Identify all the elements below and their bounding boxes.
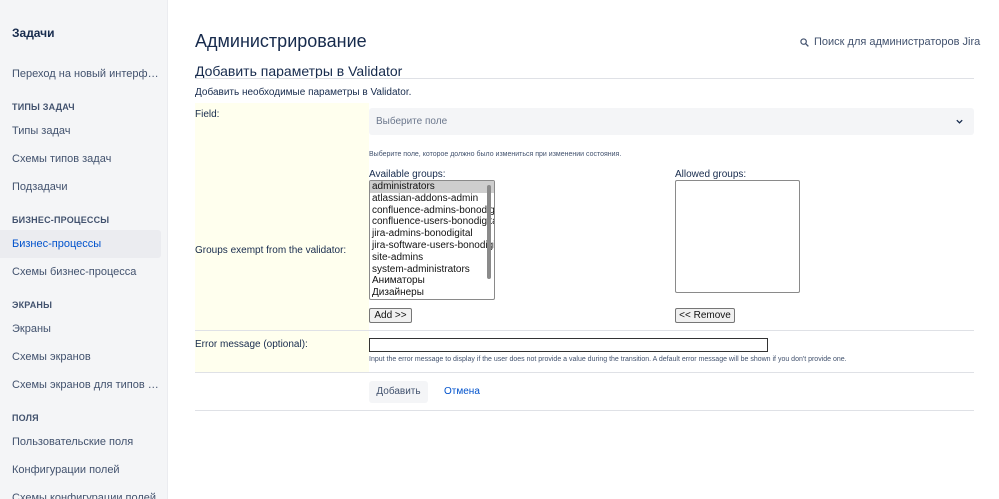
- sidebar-item-screens[interactable]: Экраны: [0, 315, 161, 343]
- group-option[interactable]: atlassian-addons-admin: [370, 193, 494, 205]
- group-option[interactable]: Аниматоры: [370, 275, 494, 287]
- sidebar-item-workflows[interactable]: Бизнес-процессы: [0, 230, 161, 258]
- divider: [195, 410, 974, 411]
- sidebar-item-field-configurations[interactable]: Конфигурации полей: [0, 456, 161, 484]
- divider: [195, 330, 974, 331]
- error-help-text: Input the error message to display if th…: [369, 356, 847, 363]
- sidebar-item-workflow-schemes[interactable]: Схемы бизнес-процесса: [0, 258, 161, 286]
- sidebar-item-custom-fields[interactable]: Пользовательские поля: [0, 428, 161, 456]
- group-option[interactable]: confluence-admins-bonodigital: [370, 205, 494, 217]
- allowed-groups-label: Allowed groups:: [675, 169, 747, 180]
- scrollbar[interactable]: [487, 182, 493, 298]
- group-option[interactable]: administrators: [370, 181, 494, 193]
- page-title: Администрирование: [195, 31, 367, 51]
- error-message-input[interactable]: [369, 338, 768, 352]
- admin-search-link[interactable]: Поиск для администраторов Jira: [800, 36, 980, 48]
- sidebar-item-issue-type-schemes[interactable]: Схемы типов задач: [0, 145, 161, 173]
- sidebar-item-screen-schemes[interactable]: Схемы экранов: [0, 343, 161, 371]
- sidebar-section-issue-types: ТИПЫ ЗАДАЧ: [12, 102, 75, 112]
- field-select[interactable]: Выберите поле: [369, 108, 974, 135]
- divider: [195, 78, 974, 79]
- sidebar-title: Задачи: [12, 26, 55, 40]
- available-groups-listbox[interactable]: administrators atlassian-addons-admin conf…: [369, 180, 495, 300]
- field-help-text: Выберите поле, которое должно было измен…: [369, 151, 622, 158]
- label-column: [195, 103, 369, 372]
- field-select-placeholder: Выберите поле: [376, 116, 448, 127]
- group-option[interactable]: site-admins: [370, 252, 494, 264]
- sidebar-section-workflows: БИЗНЕС-ПРОЦЕССЫ: [12, 215, 110, 225]
- group-option[interactable]: jira-admins-bonodigital: [370, 228, 494, 240]
- admin-search-label: Поиск для администраторов Jira: [814, 36, 981, 48]
- sidebar-section-screens: ЭКРАНЫ: [12, 300, 53, 310]
- search-icon: [800, 37, 809, 47]
- add-group-button[interactable]: Add >>: [369, 308, 412, 323]
- sidebar-item-field-configuration-schemes[interactable]: Схемы конфигурации полей: [0, 484, 161, 499]
- form-description: Добавить необходимые параметры в Validat…: [195, 87, 412, 98]
- remove-group-button[interactable]: << Remove: [675, 308, 735, 323]
- field-label: Field:: [195, 109, 220, 120]
- available-groups-label: Available groups:: [369, 169, 446, 180]
- groups-exempt-label: Groups exempt from the validator:: [195, 245, 347, 256]
- sidebar-item-issue-type-screen-schemes[interactable]: Схемы экранов для типов задач: [0, 371, 161, 399]
- scrollbar-thumb[interactable]: [487, 185, 491, 279]
- group-option[interactable]: Дизайнеры: [370, 287, 494, 299]
- chevron-down-icon: [956, 119, 963, 124]
- sidebar: Задачи Переход на новый интерфейс ТИПЫ З…: [0, 0, 168, 499]
- group-option[interactable]: jira-software-users-bonodigital: [370, 240, 494, 252]
- submit-button[interactable]: Добавить: [369, 381, 428, 403]
- sidebar-item-subtasks[interactable]: Подзадачи: [0, 173, 161, 201]
- form-title: Добавить параметры в Validator: [195, 63, 403, 79]
- error-message-label: Error message (optional):: [195, 339, 308, 350]
- cancel-link[interactable]: Отмена: [444, 381, 480, 403]
- allowed-groups-listbox[interactable]: [675, 180, 800, 293]
- group-option[interactable]: confluence-users-bonodigital: [370, 216, 494, 228]
- sidebar-item-new-ui[interactable]: Переход на новый интерфейс: [0, 60, 161, 88]
- divider: [195, 372, 974, 373]
- sidebar-section-fields: ПОЛЯ: [12, 413, 39, 423]
- group-option[interactable]: system-administrators: [370, 264, 494, 276]
- sidebar-item-issue-types[interactable]: Типы задач: [0, 117, 161, 145]
